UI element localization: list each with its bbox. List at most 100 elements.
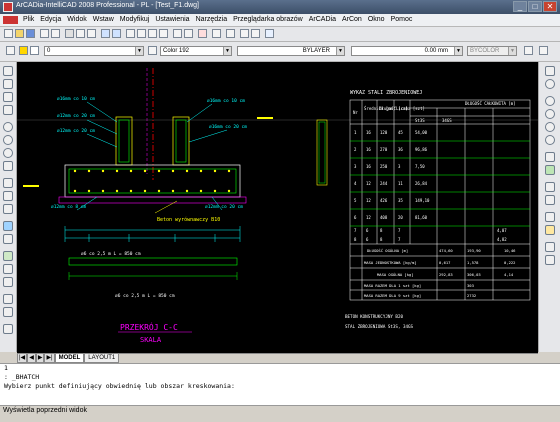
- donut-icon[interactable]: [3, 204, 13, 214]
- orbit-icon[interactable]: [545, 165, 555, 175]
- print-preview-icon[interactable]: [51, 29, 60, 38]
- arc-icon[interactable]: [3, 135, 13, 145]
- block-icon[interactable]: [3, 294, 13, 304]
- menu-edycja[interactable]: Edycja: [37, 14, 64, 26]
- hand-pan-icon[interactable]: [545, 66, 555, 76]
- zoom-window-icon[interactable]: [148, 29, 157, 38]
- svg-text:8: 8: [354, 237, 357, 242]
- svg-text:54,00: 54,00: [415, 130, 428, 135]
- first-tab-icon[interactable]: |◀: [17, 354, 28, 363]
- layer-select[interactable]: 0 ▼: [44, 46, 144, 56]
- open-icon[interactable]: [15, 29, 24, 38]
- mtext-icon[interactable]: [3, 277, 13, 287]
- pan-icon[interactable]: [126, 29, 135, 38]
- title-bar: ArCADia-IntelliCAD 2008 Professional - P…: [0, 0, 560, 14]
- wipeout-icon[interactable]: [3, 324, 13, 334]
- plotstyle-select[interactable]: BYCOLOR ▼: [467, 46, 517, 56]
- save-icon[interactable]: [26, 29, 35, 38]
- tab-layout1[interactable]: LAYOUT1: [84, 354, 120, 363]
- linetype-select[interactable]: BYLAYER ▼: [237, 46, 345, 56]
- circle-icon[interactable]: [3, 122, 13, 132]
- menu-wstaw[interactable]: Wstaw: [90, 14, 117, 26]
- insert-block-icon[interactable]: [226, 29, 235, 38]
- construction-line-icon[interactable]: [3, 105, 13, 115]
- ray-icon[interactable]: [3, 92, 13, 102]
- text-icon[interactable]: [3, 264, 13, 274]
- draw-toolbar: [0, 62, 17, 352]
- zoom-all-icon[interactable]: [545, 135, 555, 145]
- prev-tab-icon[interactable]: ◀: [27, 354, 36, 363]
- spline-icon[interactable]: [3, 161, 13, 171]
- zoom-in-icon[interactable]: [545, 96, 555, 106]
- cut-icon[interactable]: [65, 29, 74, 38]
- polyline-icon[interactable]: [3, 79, 13, 89]
- hatch-icon[interactable]: [3, 221, 13, 231]
- ellipse-icon[interactable]: [3, 148, 13, 158]
- tab-model[interactable]: MODEL: [54, 354, 85, 363]
- svg-text:16: 16: [366, 130, 371, 135]
- entity-properties-icon[interactable]: [539, 46, 548, 55]
- match-properties-icon[interactable]: [524, 46, 533, 55]
- command-window[interactable]: 1 : _BHATCH Wybierz punkt definiujący ob…: [0, 363, 560, 406]
- zoom-out-icon[interactable]: [545, 109, 555, 119]
- redo-icon[interactable]: [112, 29, 121, 38]
- zoom-icon[interactable]: [137, 29, 146, 38]
- menu-ustawienia[interactable]: Ustawienia: [152, 14, 192, 26]
- insert-icon[interactable]: [3, 307, 13, 317]
- zoom-realtime-icon[interactable]: [545, 79, 555, 89]
- delete-icon[interactable]: [198, 29, 207, 38]
- new-icon[interactable]: [4, 29, 13, 38]
- zoom-previous-icon[interactable]: [159, 29, 168, 38]
- help-icon[interactable]: [265, 29, 274, 38]
- minimize-button[interactable]: _: [513, 1, 527, 12]
- measure-icon[interactable]: [212, 29, 221, 38]
- lineweight-select[interactable]: 0.00 mm ▼: [351, 46, 463, 56]
- menu-arcon[interactable]: ArCon: [339, 14, 365, 26]
- menu-narzedzia[interactable]: Narzędzia: [193, 14, 231, 26]
- region-icon[interactable]: [3, 251, 13, 261]
- rectangle-icon[interactable]: [3, 178, 13, 188]
- color-swatch-icon[interactable]: [148, 46, 157, 55]
- view-3d-icon[interactable]: [545, 152, 555, 162]
- undo-icon[interactable]: [101, 29, 110, 38]
- drawing-canvas[interactable]: ∅16mm co 10 cm ∅12mm co 20 cm ∅12mm co 2…: [17, 62, 538, 353]
- menu-plik[interactable]: Plik: [20, 14, 37, 26]
- point-icon[interactable]: [3, 234, 13, 244]
- layer-states-icon[interactable]: [545, 212, 555, 222]
- layer-light-icon[interactable]: [19, 46, 28, 55]
- library-icon[interactable]: [545, 225, 555, 235]
- menu-okno[interactable]: Okno: [365, 14, 388, 26]
- svg-text:303: 303: [467, 283, 474, 288]
- print-icon[interactable]: [40, 29, 49, 38]
- line-icon[interactable]: [3, 66, 13, 76]
- svg-text:96,86: 96,86: [415, 147, 428, 152]
- bar-detail: [316, 119, 328, 186]
- shade-icon[interactable]: [545, 195, 555, 205]
- drawing-svg[interactable]: ∅16mm co 10 cm ∅12mm co 20 cm ∅12mm co 2…: [17, 62, 538, 353]
- layers-icon[interactable]: [184, 29, 193, 38]
- svg-text:St3S: St3S: [415, 118, 425, 123]
- polygon-icon[interactable]: [3, 191, 13, 201]
- command-prompt[interactable]: Wybierz punkt definiujący obwiednię lub …: [0, 382, 560, 391]
- paste-icon[interactable]: [87, 29, 96, 38]
- table-icon[interactable]: [545, 255, 555, 265]
- menu-przegladarka[interactable]: Przeglądarka obrazów: [230, 14, 306, 26]
- explorer-icon[interactable]: [240, 29, 249, 38]
- menu-pomoc[interactable]: Pomoc: [388, 14, 416, 26]
- layer-freeze-icon[interactable]: [30, 46, 39, 55]
- menu-modyfikuj[interactable]: Modyfikuj: [117, 14, 153, 26]
- zoom-extents-icon[interactable]: [545, 122, 555, 132]
- image-icon[interactable]: [251, 29, 260, 38]
- close-button[interactable]: ✕: [543, 1, 557, 12]
- calculator-icon[interactable]: [545, 242, 555, 252]
- render-icon[interactable]: [545, 182, 555, 192]
- last-tab-icon[interactable]: ▶|: [44, 354, 55, 363]
- properties-icon[interactable]: [173, 29, 182, 38]
- menu-arcadia[interactable]: ArCADia: [306, 14, 339, 26]
- color-select[interactable]: Color 192 ▼: [160, 46, 232, 56]
- copy-icon[interactable]: [76, 29, 85, 38]
- maximize-button[interactable]: □: [528, 1, 542, 12]
- next-tab-icon[interactable]: ▶: [35, 354, 45, 363]
- layer-manager-icon[interactable]: [6, 46, 15, 55]
- menu-widok[interactable]: Widok: [64, 14, 89, 26]
